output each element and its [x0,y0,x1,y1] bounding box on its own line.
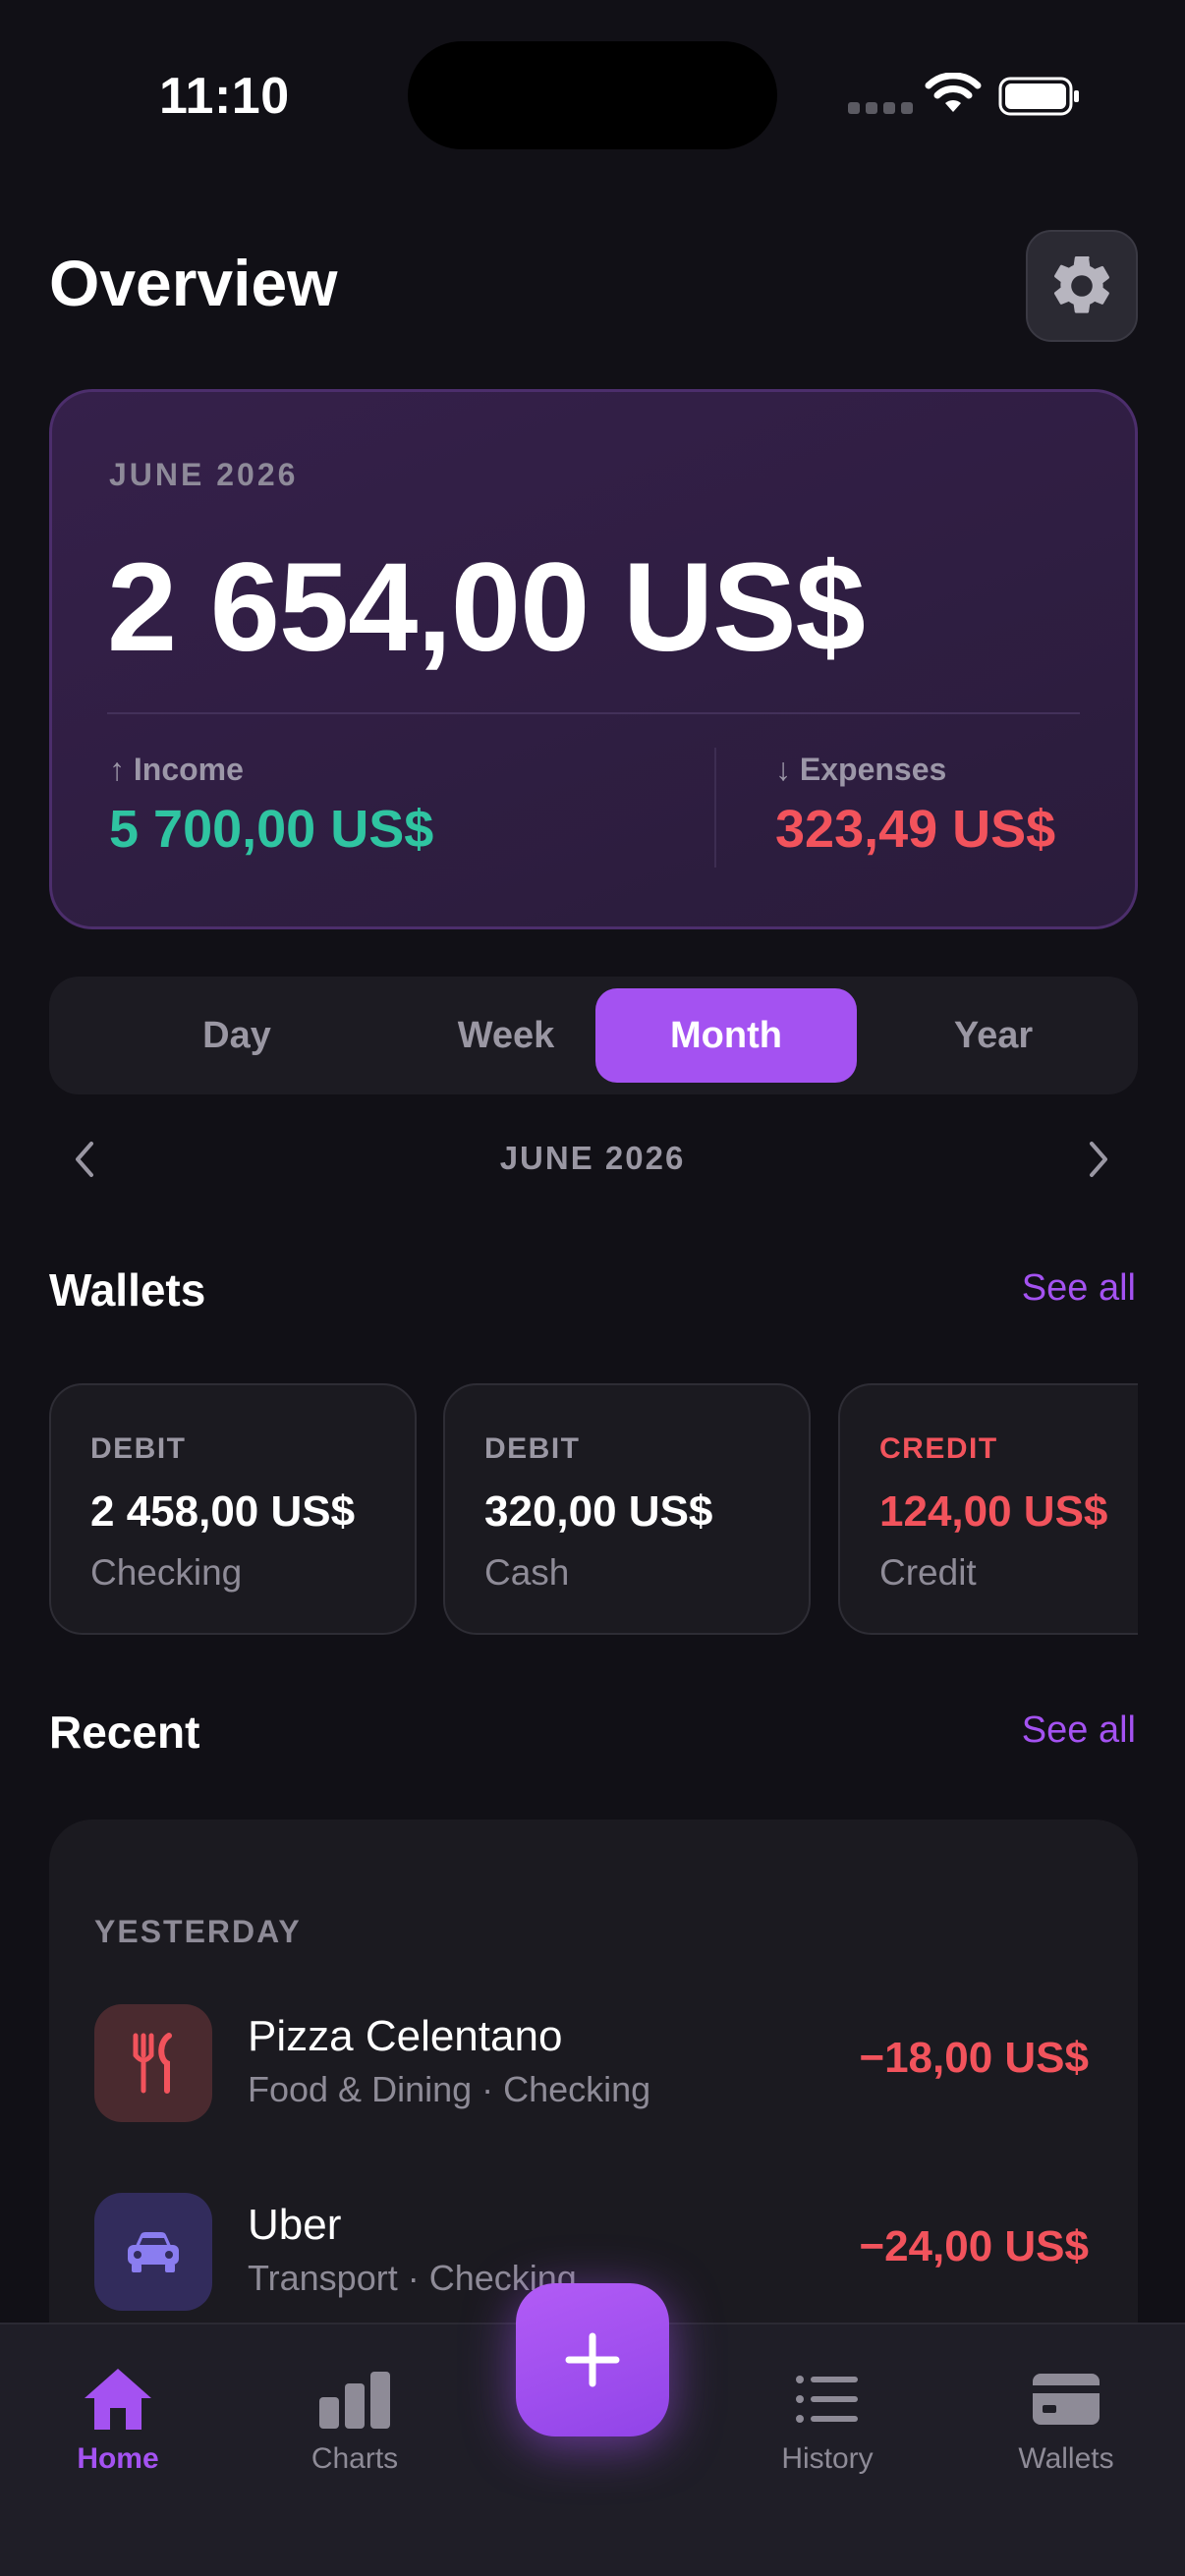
balance-period: JUNE 2026 [109,457,299,492]
page-title: Overview [49,247,338,319]
recent-section-title: Recent [49,1707,200,1758]
wallet-card[interactable]: CREDIT 124,00 US$ Credit [838,1383,1138,1635]
period-segmented-control: Day Week Month Year [49,977,1138,1094]
add-transaction-button[interactable] [516,2283,669,2436]
expenses-value: 323,49 US$ [775,800,1056,859]
wallet-name: Checking [90,1552,243,1593]
wallet-amount: 124,00 US$ [879,1487,1108,1536]
wallet-name: Credit [879,1552,977,1593]
period-label: JUNE 2026 [499,1140,686,1176]
fork-knife-icon [94,2004,212,2122]
tab-label: Home [77,2442,159,2475]
tab-label: Wallets [1018,2442,1114,2475]
wallet-icon [1027,2364,1105,2435]
transaction-title: Uber [248,2201,342,2249]
income-value: 5 700,00 US$ [109,800,434,859]
wallets-carousel[interactable]: DEBIT 2 458,00 US$ Checking DEBIT 320,00… [49,1383,1138,1637]
tab-label: History [781,2442,874,2475]
settings-button[interactable] [1026,230,1138,342]
dynamic-island [408,41,777,149]
wallet-amount: 2 458,00 US$ [90,1487,356,1536]
balance-card[interactable]: JUNE 2026 2 654,00 US$ ↑ Income 5 700,00… [49,389,1138,929]
status-bar: 11:10 [0,0,1185,187]
wallet-type: DEBIT [484,1432,581,1465]
status-time: 11:10 [159,68,290,125]
transaction-subtitle: Food & Dining · Checking [248,2069,651,2109]
chevron-right-icon [1090,1142,1107,1177]
wallet-type: DEBIT [90,1432,187,1465]
date-group-label: YESTERDAY [94,1914,302,1949]
recent-see-all-link[interactable]: See all [1022,1709,1136,1752]
bar-chart-icon [315,2364,394,2435]
wallet-card[interactable]: DEBIT 320,00 US$ Cash [443,1383,811,1635]
tab-wallets[interactable]: Wallets [968,2364,1164,2492]
segment-month[interactable]: Month [595,988,857,1083]
home-icon [79,2364,157,2435]
total-balance: 2 654,00 US$ [107,537,866,678]
transaction-title: Pizza Celentano [248,2012,563,2060]
wallet-card[interactable]: DEBIT 2 458,00 US$ Checking [49,1383,417,1635]
divider [107,712,1080,714]
transaction-amount: −24,00 US$ [859,2222,1089,2270]
segment-day[interactable]: Day [106,988,367,1083]
battery-icon [998,77,1079,116]
tab-home[interactable]: Home [20,2364,216,2492]
segment-year[interactable]: Year [863,988,1124,1083]
income-label: ↑ Income [109,752,244,787]
wifi-icon [925,73,982,112]
car-icon [94,2193,212,2311]
wallet-name: Cash [484,1552,570,1593]
cellular-signal-icon [848,102,913,114]
tab-history[interactable]: History [729,2364,926,2492]
gear-icon [1053,255,1110,313]
transaction-subtitle: Transport · Checking [248,2258,577,2298]
tab-charts[interactable]: Charts [256,2364,453,2492]
transaction-row[interactable]: Pizza Celentano Food & Dining · Checking… [49,2004,1138,2126]
tab-label: Charts [310,2442,399,2475]
transaction-amount: −18,00 US$ [859,2034,1089,2082]
wallet-type: CREDIT [879,1432,998,1465]
expenses-label: ↓ Expenses [775,752,947,787]
wallet-amount: 320,00 US$ [484,1487,713,1536]
next-period-button[interactable] [1069,1130,1128,1189]
plus-icon [565,2332,620,2387]
wallets-section-title: Wallets [49,1264,206,1316]
wallets-see-all-link[interactable]: See all [1022,1267,1136,1310]
list-icon [788,2364,867,2435]
divider [714,748,716,868]
